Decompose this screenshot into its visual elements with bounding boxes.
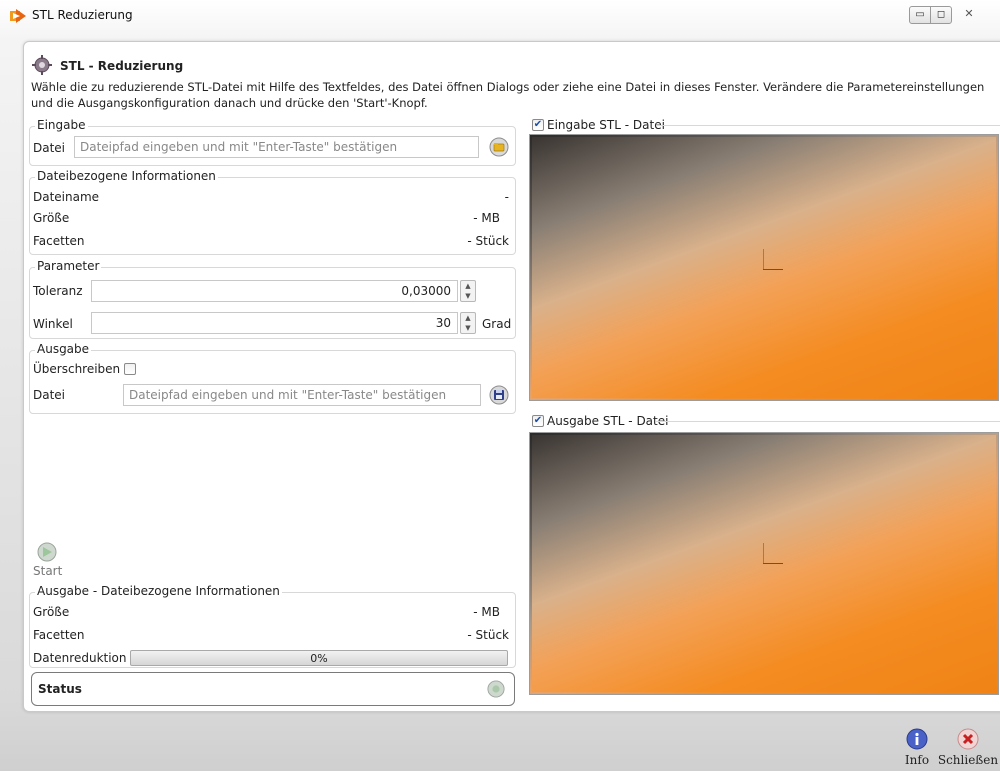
winkel-input[interactable]: 30 — [91, 312, 458, 334]
ausgabe-facetten-value: - Stück — [467, 628, 509, 642]
dateiname-value: - — [504, 190, 509, 204]
input-viewer-label: Eingabe STL - Datei — [547, 118, 665, 132]
eingabe-group-label: Eingabe — [35, 118, 88, 132]
input-stl-viewport[interactable] — [529, 134, 999, 401]
input-viewer-checkbox[interactable]: ✔ — [532, 119, 544, 131]
toleranz-stepper[interactable]: ▲ ▼ — [460, 280, 476, 302]
header-description: Wähle die zu reduzierende STL-Datei mit … — [31, 80, 985, 110]
ausgabe-groesse-label: Größe — [33, 605, 70, 619]
ausgabe-group-label: Ausgabe — [35, 342, 92, 356]
ausgabe-group: Ausgabe Überschreiben Datei Dateipfad ei… — [29, 342, 516, 414]
output-stl-viewport[interactable] — [529, 432, 999, 695]
info-button[interactable]: Info — [902, 728, 932, 767]
input-viewer-rule — [656, 125, 1000, 126]
toleranz-input[interactable]: 0,03000 — [91, 280, 458, 302]
stepper-down-icon[interactable]: ▼ — [461, 323, 475, 333]
dateiinfo-group: Dateibezogene Informationen Dateiname - … — [29, 169, 516, 255]
stepper-up-icon[interactable]: ▲ — [461, 313, 475, 323]
ausgabe-groesse-value: - MB — [473, 605, 500, 619]
status-label: Status — [38, 682, 82, 696]
input-viewport-canvas[interactable] — [532, 137, 996, 398]
folder-open-icon[interactable] — [489, 137, 509, 157]
ausgabe-info-group-label: Ausgabe - Dateibezogene Informationen — [35, 584, 282, 598]
info-label: Info — [904, 753, 930, 767]
input-axis-y — [763, 249, 764, 269]
dateiinfo-group-label: Dateibezogene Informationen — [35, 169, 218, 183]
eingabe-file-input[interactable]: Dateipfad eingeben und mit "Enter-Taste"… — [74, 136, 479, 158]
output-viewer-rule — [656, 421, 1000, 422]
output-axis-y — [763, 543, 764, 563]
output-viewer-label: Ausgabe STL - Datei — [547, 414, 669, 428]
main-panel: STL - Reduzierung Wähle die zu reduziere… — [23, 41, 1000, 712]
output-axis-x — [763, 563, 783, 564]
maximize-button[interactable]: ◻ — [930, 6, 952, 24]
winkel-label: Winkel — [33, 317, 73, 331]
status-indicator-icon — [487, 680, 505, 698]
output-viewer-checkbox[interactable]: ✔ — [532, 415, 544, 427]
save-disk-icon[interactable] — [489, 385, 509, 405]
ausgabe-facetten-label: Facetten — [33, 628, 85, 642]
groesse-value: - MB — [473, 211, 500, 225]
close-window-button[interactable]: ✕ — [958, 6, 980, 24]
input-axis-x — [763, 269, 783, 270]
app-logo-icon — [10, 9, 26, 23]
window-title: STL Reduzierung — [32, 8, 133, 22]
title-bar: STL Reduzierung ▭ ◻ ✕ — [0, 0, 1000, 30]
play-arrow-icon[interactable] — [37, 542, 57, 562]
datenreduktion-label: Datenreduktion — [33, 651, 127, 665]
schliessen-button[interactable]: Schließen — [937, 728, 999, 767]
datenreduktion-progress: 0% — [130, 650, 508, 666]
eingabe-group: Eingabe Datei Dateipfad eingeben und mit… — [29, 118, 516, 166]
winkel-stepper[interactable]: ▲ ▼ — [460, 312, 476, 334]
facetten-value: - Stück — [467, 234, 509, 248]
winkel-unit: Grad — [482, 317, 512, 331]
progress-text: 0% — [310, 652, 328, 665]
gear-icon — [32, 55, 52, 75]
ausgabe-info-group: Ausgabe - Dateibezogene Informationen Gr… — [29, 584, 516, 668]
toleranz-label: Toleranz — [33, 284, 83, 298]
stepper-up-icon[interactable]: ▲ — [461, 281, 475, 291]
status-box: Status — [31, 672, 515, 706]
ausgabe-datei-label: Datei — [33, 388, 66, 402]
minimize-button[interactable]: ▭ — [909, 6, 931, 24]
info-icon — [906, 728, 928, 750]
overwrite-label: Überschreiben — [33, 362, 121, 376]
eingabe-datei-label: Datei — [33, 141, 66, 155]
stepper-down-icon[interactable]: ▼ — [461, 291, 475, 301]
start-button-label[interactable]: Start — [33, 564, 62, 578]
dateiname-label: Dateiname — [33, 190, 100, 204]
overwrite-checkbox[interactable] — [124, 363, 136, 375]
parameter-group-label: Parameter — [35, 259, 102, 273]
groesse-label: Größe — [33, 211, 70, 225]
header-title: STL - Reduzierung — [60, 59, 184, 73]
facetten-label: Facetten — [33, 234, 85, 248]
parameter-group: Parameter Toleranz 0,03000 ▲ ▼ Winkel 30… — [29, 259, 516, 339]
schliessen-label: Schließen — [937, 753, 999, 767]
ausgabe-file-input[interactable]: Dateipfad eingeben und mit "Enter-Taste"… — [123, 384, 481, 406]
close-x-icon — [957, 728, 979, 750]
